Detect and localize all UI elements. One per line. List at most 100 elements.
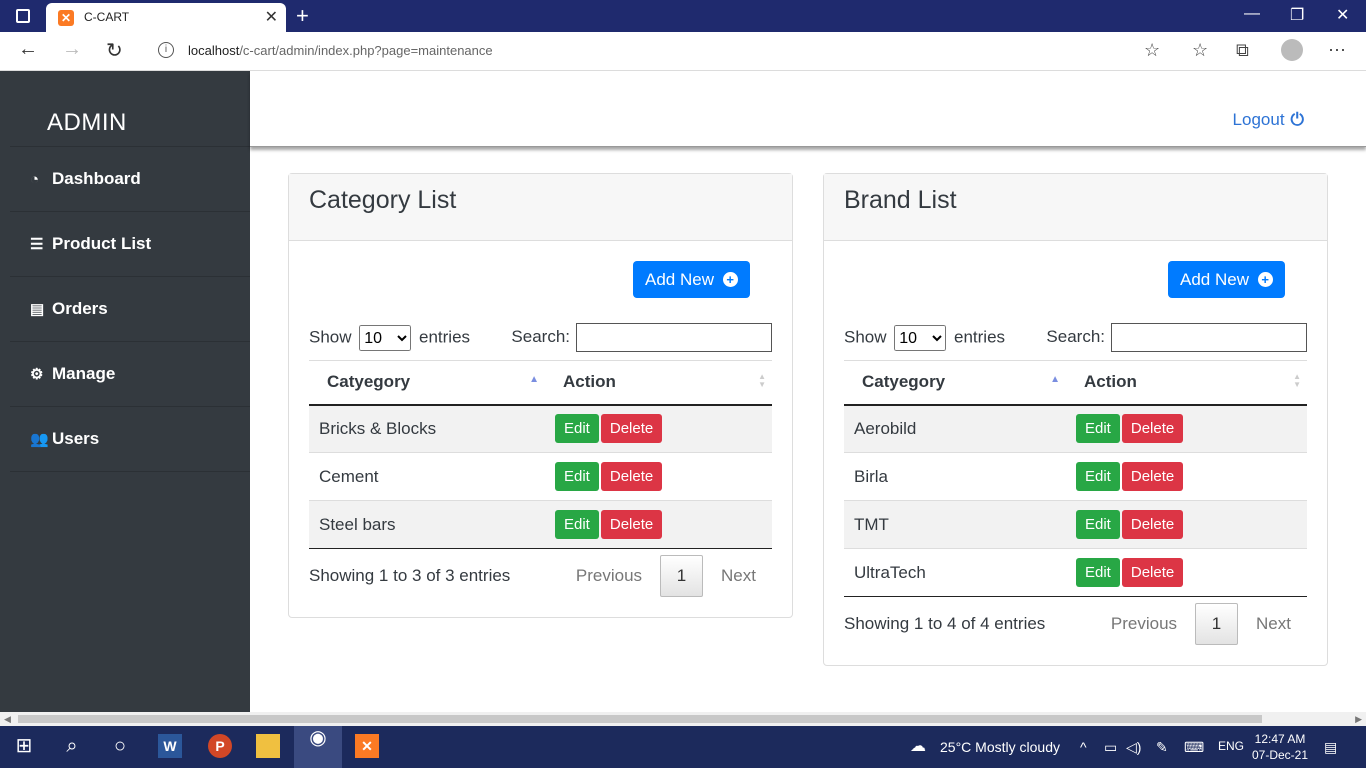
edit-button[interactable]: Edit (555, 462, 599, 491)
add-favorite-icon[interactable]: ☆ (1144, 40, 1160, 61)
logout-label: Logout (1232, 110, 1285, 129)
pen-icon[interactable]: ✎ (1156, 739, 1168, 756)
delete-button[interactable]: Delete (600, 462, 663, 491)
edit-button[interactable]: Edit (1076, 414, 1120, 444)
column-header-action[interactable]: Action ▲ ▼ (1066, 360, 1307, 406)
entries-select[interactable]: 10 (359, 325, 412, 351)
network-icon[interactable]: ▭ (1104, 739, 1117, 756)
xampp-favicon-icon: ✕ (58, 10, 74, 26)
column-header-category[interactable]: Catyegory ▲ (844, 360, 1066, 406)
file-explorer-icon[interactable] (256, 734, 280, 758)
sidebar-item-manage[interactable]: ⚙ Manage (10, 342, 250, 407)
card-header: Category List (289, 174, 792, 241)
more-icon[interactable]: ⋯ (1328, 40, 1346, 61)
sidebar-item-product-list[interactable]: ☰ Product List (10, 212, 250, 277)
search-input[interactable] (576, 323, 772, 352)
page-1-button[interactable]: 1 (1195, 603, 1239, 645)
edit-button[interactable]: Edit (1076, 510, 1120, 539)
scroll-left-icon[interactable]: ◀ (4, 714, 11, 725)
next-page-button[interactable]: Next (1240, 604, 1307, 644)
clock[interactable]: 12:47 AM 07-Dec-21 (1252, 731, 1308, 763)
delete-button[interactable]: Delete (600, 414, 663, 444)
page-1-button[interactable]: 1 (660, 555, 704, 597)
entries-select[interactable]: 10 (894, 325, 947, 351)
edit-button[interactable]: Edit (555, 414, 599, 444)
scrollbar-thumb[interactable] (18, 715, 1262, 723)
users-icon: 👥 (30, 431, 49, 448)
category-name: Bricks & Blocks (309, 404, 545, 453)
delete-button[interactable]: Delete (1121, 558, 1184, 587)
minimize-icon[interactable]: — (1244, 5, 1260, 23)
sidebar-item-label: Manage (52, 364, 116, 383)
card-title: Brand List (844, 186, 957, 214)
edit-button[interactable]: Edit (555, 510, 599, 539)
sidebar-item-dashboard[interactable]: ◔ Dashboard (10, 147, 250, 212)
keyboard-icon[interactable]: ⌨ (1184, 739, 1204, 756)
brand-name: Birla (844, 452, 1066, 501)
tab-close-icon[interactable]: ✕ (265, 7, 278, 27)
edit-button[interactable]: Edit (1076, 558, 1120, 587)
forward-icon[interactable]: → (62, 38, 82, 61)
tab-actions-icon[interactable] (16, 9, 30, 23)
list-icon: ☰ (30, 236, 44, 253)
sidebar-item-orders[interactable]: ▤ Orders (10, 277, 250, 342)
table-controls: Show 10 entries Search: (309, 323, 772, 353)
horizontal-scrollbar[interactable]: ◀ ▶ (0, 712, 1366, 726)
restore-icon[interactable]: ❐ (1290, 5, 1304, 25)
sidebar-item-users[interactable]: 👥 Users (10, 407, 250, 472)
power-icon: ⏻ (1290, 110, 1304, 129)
edit-button[interactable]: Edit (1076, 462, 1120, 491)
sidebar-item-label: Product List (52, 234, 152, 253)
table-row: Aerobild Edit Delete (844, 404, 1307, 453)
add-brand-button[interactable]: Add New + (1168, 261, 1285, 298)
column-header-action[interactable]: Action ▲ ▼ (545, 360, 772, 406)
cogs-icon: ⚙ (30, 366, 44, 383)
favorites-icon[interactable]: ☆ (1192, 40, 1208, 61)
delete-button[interactable]: Delete (1121, 462, 1184, 491)
profile-avatar[interactable] (1281, 39, 1303, 61)
windows-start-icon[interactable]: ⊞ (12, 734, 36, 758)
windows-taskbar: ⊞ ⌕ ○ W P ◉ ✕ ☁ 25°C Mostly cloudy ^ ▭ ◁… (0, 726, 1366, 768)
site-info-icon[interactable]: i (158, 42, 174, 58)
previous-page-button[interactable]: Previous (1095, 604, 1193, 644)
tray-chevron-icon[interactable]: ^ (1080, 739, 1087, 755)
table-controls: Show 10 entries Search: (844, 323, 1307, 353)
table-info: Showing 1 to 4 of 4 entries (844, 614, 1046, 633)
xampp-icon[interactable]: ✕ (355, 734, 379, 758)
back-icon[interactable]: ← (18, 38, 38, 61)
card-body: Add New + Show 10 entries Search: (289, 241, 792, 352)
card-title: Category List (309, 186, 457, 214)
powerpoint-icon[interactable]: P (208, 734, 232, 758)
scroll-right-icon[interactable]: ▶ (1355, 714, 1362, 725)
refresh-icon[interactable]: ↻ (106, 38, 123, 63)
collections-icon[interactable]: ⧉ (1236, 40, 1249, 61)
word-icon[interactable]: W (158, 734, 182, 758)
pagination: Previous 1 Next (560, 555, 772, 597)
weather-text[interactable]: 25°C Mostly cloudy (940, 739, 1060, 755)
delete-button[interactable]: Delete (1121, 414, 1184, 444)
window-close-icon[interactable]: ✕ (1336, 5, 1349, 25)
browser-tab[interactable]: ✕ C-CART ✕ (46, 3, 286, 32)
table-row: Bricks & Blocks Edit Delete (309, 404, 772, 453)
delete-button[interactable]: Delete (600, 510, 663, 539)
notifications-icon[interactable]: ▤ (1324, 739, 1337, 756)
search-icon[interactable]: ⌕ (60, 734, 84, 758)
add-category-button[interactable]: Add New + (633, 261, 750, 298)
new-tab-icon[interactable]: + (296, 3, 309, 29)
next-page-button[interactable]: Next (705, 556, 772, 596)
receipt-icon: ▤ (30, 301, 45, 318)
delete-button[interactable]: Delete (1121, 510, 1184, 539)
column-header-category[interactable]: Catyegory ▲ (309, 360, 545, 406)
clock-time: 12:47 AM (1254, 732, 1306, 746)
table-row: UltraTech Edit Delete (844, 548, 1307, 597)
logout-link[interactable]: Logout ⏻ (1233, 110, 1304, 130)
sidebar-item-label: Orders (52, 299, 108, 318)
language-indicator[interactable]: ENG (1218, 739, 1244, 753)
volume-icon[interactable]: ◁) (1126, 739, 1141, 756)
url-input[interactable]: i localhost/c-cart/admin/index.php?page=… (146, 36, 1174, 66)
plus-circle-icon: + (1257, 271, 1273, 287)
cortana-icon[interactable]: ○ (108, 734, 132, 758)
previous-page-button[interactable]: Previous (560, 556, 658, 596)
search-input[interactable] (1111, 323, 1307, 352)
edge-icon[interactable]: ◉ (294, 726, 342, 768)
